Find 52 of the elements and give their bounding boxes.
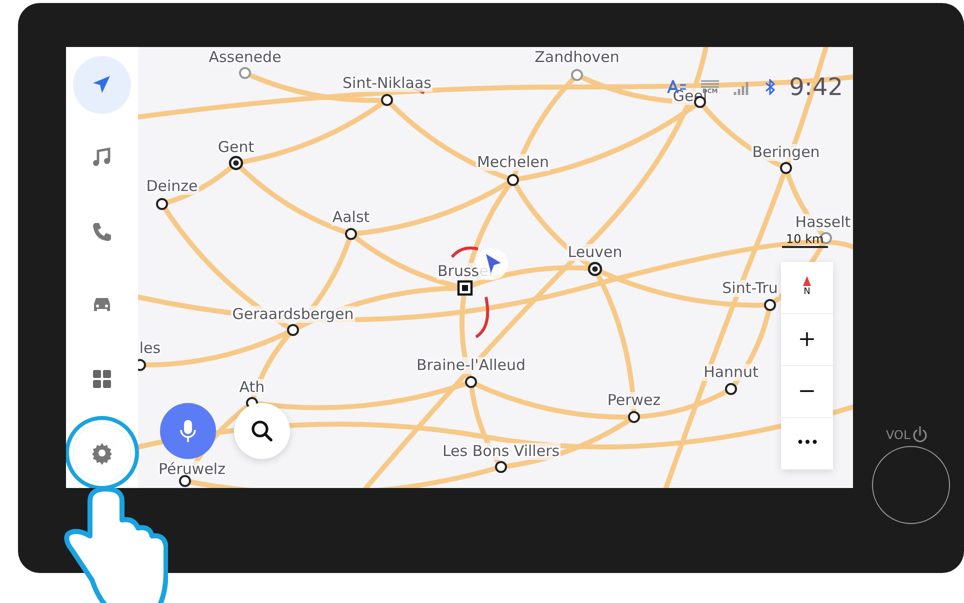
- town-marker-icon: [237, 65, 253, 81]
- city-label: Sint-Niklaas: [342, 75, 432, 92]
- more-options-button[interactable]: •••: [781, 418, 833, 470]
- zoom-out-button[interactable]: −: [781, 366, 833, 418]
- city-marker-icon: [762, 297, 778, 313]
- city-label: Hasselt: [794, 214, 852, 230]
- city-label: Geraardsbergen: [231, 306, 355, 322]
- city-marker-icon: [505, 172, 521, 188]
- city-marker-icon: [778, 160, 794, 176]
- city-marker-icon: [463, 374, 479, 390]
- city-label: Hannut: [702, 364, 760, 380]
- search-icon: [250, 419, 274, 443]
- compass-button[interactable]: N: [781, 262, 833, 314]
- volume-label: VOL: [886, 427, 910, 444]
- scale-bar: 10 km: [782, 233, 828, 248]
- city-marker-icon: [587, 261, 603, 277]
- apps-grid-icon: [90, 367, 114, 391]
- capital-marker-icon: [457, 280, 473, 296]
- city-marker-icon: [177, 473, 193, 488]
- city-marker-icon: [285, 322, 301, 338]
- network-icon: [701, 80, 720, 88]
- microphone-icon: [179, 419, 197, 443]
- city-label: Péruwelz: [158, 461, 226, 478]
- city-label: Deinze: [145, 178, 199, 194]
- city-label: Gent: [216, 139, 256, 156]
- city-label: Sint-Tru: [721, 280, 779, 296]
- city-marker-icon: [228, 155, 244, 171]
- power-icon: [912, 426, 928, 444]
- city-label: Zandhoven: [534, 49, 620, 66]
- city-marker-icon: [379, 92, 395, 108]
- city-label: Assenede: [208, 49, 282, 66]
- zoom-in-button[interactable]: +: [781, 314, 833, 366]
- city-marker-icon: [626, 409, 642, 425]
- city-label: Perwez: [606, 392, 662, 408]
- city-marker-icon: [723, 381, 739, 397]
- town-marker-icon: [569, 67, 585, 83]
- city-label: Ath: [238, 379, 266, 396]
- city-marker-icon: [154, 196, 170, 212]
- north-arrow-icon: [803, 276, 811, 286]
- city-label: Beringen: [751, 144, 821, 160]
- city-label: Braine-l'Alleud: [415, 357, 527, 374]
- city-label: Les Bons Villers: [441, 443, 561, 460]
- volume-knob[interactable]: [872, 446, 950, 524]
- city-label: les: [138, 340, 162, 356]
- settings-icon: [90, 441, 114, 465]
- bluetooth-icon: [765, 79, 776, 95]
- city-marker-icon: [343, 226, 359, 242]
- city-marker-icon: [493, 459, 509, 475]
- city-label: Aalst: [331, 209, 371, 226]
- city-label: Mechelen: [476, 154, 550, 170]
- phone-icon: [90, 220, 114, 244]
- city-label: Leuven: [566, 244, 624, 260]
